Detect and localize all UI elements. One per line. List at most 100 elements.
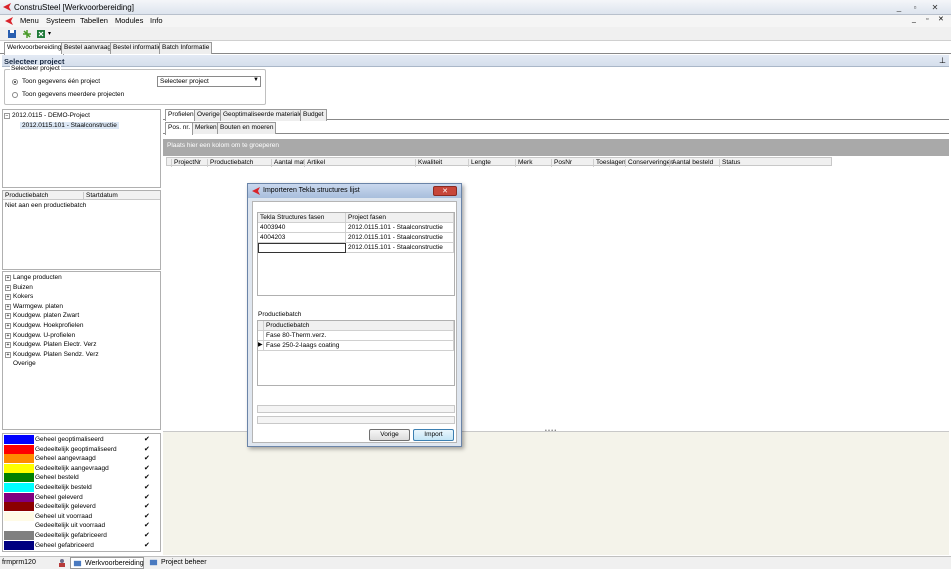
grid-column-header[interactable]: Lengte: [468, 159, 491, 167]
menu-item-info[interactable]: Info: [150, 16, 163, 25]
legend-checkbox[interactable]: ✔: [144, 532, 151, 539]
category-item[interactable]: + Koudgew. Platen Sendz. Verz: [5, 351, 99, 358]
category-item[interactable]: + Buizen: [5, 284, 33, 291]
tab-batch-informatie[interactable]: Batch Informatie: [159, 42, 213, 54]
taskbar-werkvoorbereiding[interactable]: Werkvoorbereiding: [70, 557, 144, 569]
tekla-import-icon[interactable]: [22, 29, 32, 39]
radio-multiple-projects[interactable]: [12, 92, 18, 98]
category-item[interactable]: + Koudgew. platen Zwart: [5, 312, 79, 320]
pin-icon[interactable]: ⊥: [939, 56, 946, 65]
table-row[interactable]: Fase 250-2-laags coating: [264, 341, 454, 351]
mdi-minimize-button[interactable]: _: [912, 16, 916, 23]
legend-row: Geheel geleverd ✔: [3, 492, 160, 503]
menu-item-tabellen[interactable]: Tabellen: [80, 16, 108, 25]
legend-checkbox[interactable]: ✔: [144, 436, 151, 443]
grid-column-header[interactable]: Status: [719, 159, 740, 167]
group-by-area[interactable]: Plaats hier een kolom om te groeperen: [163, 139, 949, 156]
project-select[interactable]: Selecteer project ▼: [157, 76, 261, 87]
category-item[interactable]: + Koudgew. Platen Electr. Verz: [5, 341, 96, 349]
tab-overige[interactable]: Overige: [194, 109, 223, 121]
grid-column-header[interactable]: Toeslagen: [593, 159, 626, 167]
tab-merken[interactable]: Merken: [192, 122, 220, 134]
tab-werkvoorbereiding[interactable]: Werkvoorbereiding: [4, 42, 65, 55]
grid-column-header[interactable]: ProjectNr: [171, 159, 201, 167]
expand-icon[interactable]: +: [5, 342, 11, 349]
grid-column-header[interactable]: Aantal mat: [271, 159, 305, 167]
column-startdatum[interactable]: Startdatum: [83, 192, 118, 199]
expand-icon[interactable]: +: [5, 303, 11, 310]
radio-single-project[interactable]: [12, 79, 18, 85]
category-item[interactable]: + Koudgew. U-profielen: [5, 332, 75, 339]
category-item[interactable]: + Koudgew. Hoekprofielen: [5, 322, 83, 329]
legend-label: Geheel gefabriceerd: [35, 541, 94, 549]
column-productiebatch[interactable]: Productiebatch: [264, 321, 454, 331]
table-cell[interactable]: 4003940: [258, 223, 346, 233]
grid-column-header[interactable]: Merk: [515, 159, 532, 167]
mdi-close-button[interactable]: ✕: [938, 15, 944, 23]
table-cell[interactable]: 2012.0115.101 - Staalconstructie: [346, 243, 454, 253]
legend-checkbox[interactable]: ✔: [144, 465, 151, 472]
mdi-restore-button[interactable]: ▫: [926, 16, 928, 23]
grid-column-header[interactable]: Artikel: [304, 159, 325, 167]
legend-checkbox[interactable]: ✔: [144, 446, 151, 453]
column-project-fasen[interactable]: Project fasen: [346, 213, 454, 223]
legend-checkbox[interactable]: ✔: [144, 503, 151, 510]
category-item[interactable]: Overige: [5, 360, 36, 367]
menu-item-systeem[interactable]: Systeem: [46, 16, 75, 25]
legend-checkbox[interactable]: ✔: [144, 513, 151, 520]
expand-icon[interactable]: +: [5, 294, 11, 301]
column-productiebatch[interactable]: Productiebatch: [5, 192, 48, 199]
save-icon[interactable]: [7, 29, 17, 39]
tab-budget[interactable]: Budget: [300, 109, 327, 121]
window-icon: [149, 559, 158, 566]
column-tekla-fasen[interactable]: Tekla Structures fasen: [258, 213, 346, 223]
menu-item-menu[interactable]: Menu: [20, 16, 39, 25]
tree-node-child[interactable]: 2012.0115.101 - Staalconstructie: [20, 122, 119, 129]
menu-item-modules[interactable]: Modules: [115, 16, 143, 25]
tree-node-root[interactable]: −2012.0115 - DEMO-Project: [4, 112, 90, 119]
expand-icon[interactable]: +: [5, 332, 11, 339]
grid-column-header[interactable]: Kwaliteit: [415, 159, 442, 167]
expand-icon[interactable]: +: [5, 351, 11, 358]
table-cell[interactable]: 4004203: [258, 233, 346, 243]
category-item[interactable]: + Lange producten: [5, 274, 62, 281]
grid-column-header[interactable]: Productiebatch: [207, 159, 253, 167]
tab-bestel-aanvraag[interactable]: Bestel aanvraag: [61, 42, 114, 54]
tab-profielen[interactable]: Profielen: [165, 109, 197, 121]
restore-button[interactable]: ▫: [909, 2, 921, 13]
legend-checkbox[interactable]: ✔: [144, 455, 151, 462]
taskbar-project-beheer[interactable]: Project beheer: [147, 557, 207, 569]
table-row[interactable]: Fase 80-Therm.verz.: [264, 331, 454, 341]
legend-checkbox[interactable]: ✔: [144, 484, 151, 491]
dropdown-arrow-icon[interactable]: ▾: [48, 30, 51, 37]
tab-geoptimaliseerde-materialen[interactable]: Geoptimaliseerde materialen: [220, 109, 310, 121]
table-cell[interactable]: 2012.0115.101 - Staalconstructie: [346, 223, 454, 233]
tab-pos-nr[interactable]: Pos. nr.: [165, 122, 194, 135]
legend-checkbox[interactable]: ✔: [144, 542, 151, 549]
tab-bestel-informatie[interactable]: Bestel informatie: [110, 42, 165, 54]
legend-row: Gedeeltelijk besteld ✔: [3, 483, 160, 493]
close-button[interactable]: ✕: [929, 2, 941, 13]
grid-column-header[interactable]: Conserveringen: [625, 159, 674, 167]
minimize-button[interactable]: _: [893, 2, 905, 13]
grid-column-header[interactable]: Aantal besteld: [669, 159, 713, 167]
expand-icon[interactable]: +: [5, 284, 11, 291]
back-button[interactable]: Vorige: [369, 429, 410, 441]
excel-icon[interactable]: [36, 29, 46, 39]
import-button[interactable]: Import: [413, 429, 454, 441]
dialog-close-button[interactable]: ✕: [433, 186, 457, 196]
category-item[interactable]: + Warmgew. platen: [5, 303, 63, 310]
grid-column-header[interactable]: PosNr: [551, 159, 572, 167]
expand-icon[interactable]: +: [5, 313, 11, 320]
collapse-icon[interactable]: −: [4, 113, 10, 119]
legend-checkbox[interactable]: ✔: [144, 474, 151, 481]
table-cell-editing[interactable]: [258, 243, 346, 253]
legend-checkbox[interactable]: ✔: [144, 494, 151, 501]
legend-checkbox[interactable]: ✔: [144, 522, 151, 529]
expand-icon[interactable]: +: [5, 275, 11, 281]
batch-row[interactable]: Niet aan een productiebatch: [5, 202, 86, 209]
expand-icon[interactable]: +: [5, 323, 11, 329]
tab-bouten-en-moeren[interactable]: Bouten en moeren: [217, 122, 277, 134]
category-item[interactable]: + Kokers: [5, 293, 33, 301]
table-cell[interactable]: 2012.0115.101 - Staalconstructie: [346, 233, 454, 243]
